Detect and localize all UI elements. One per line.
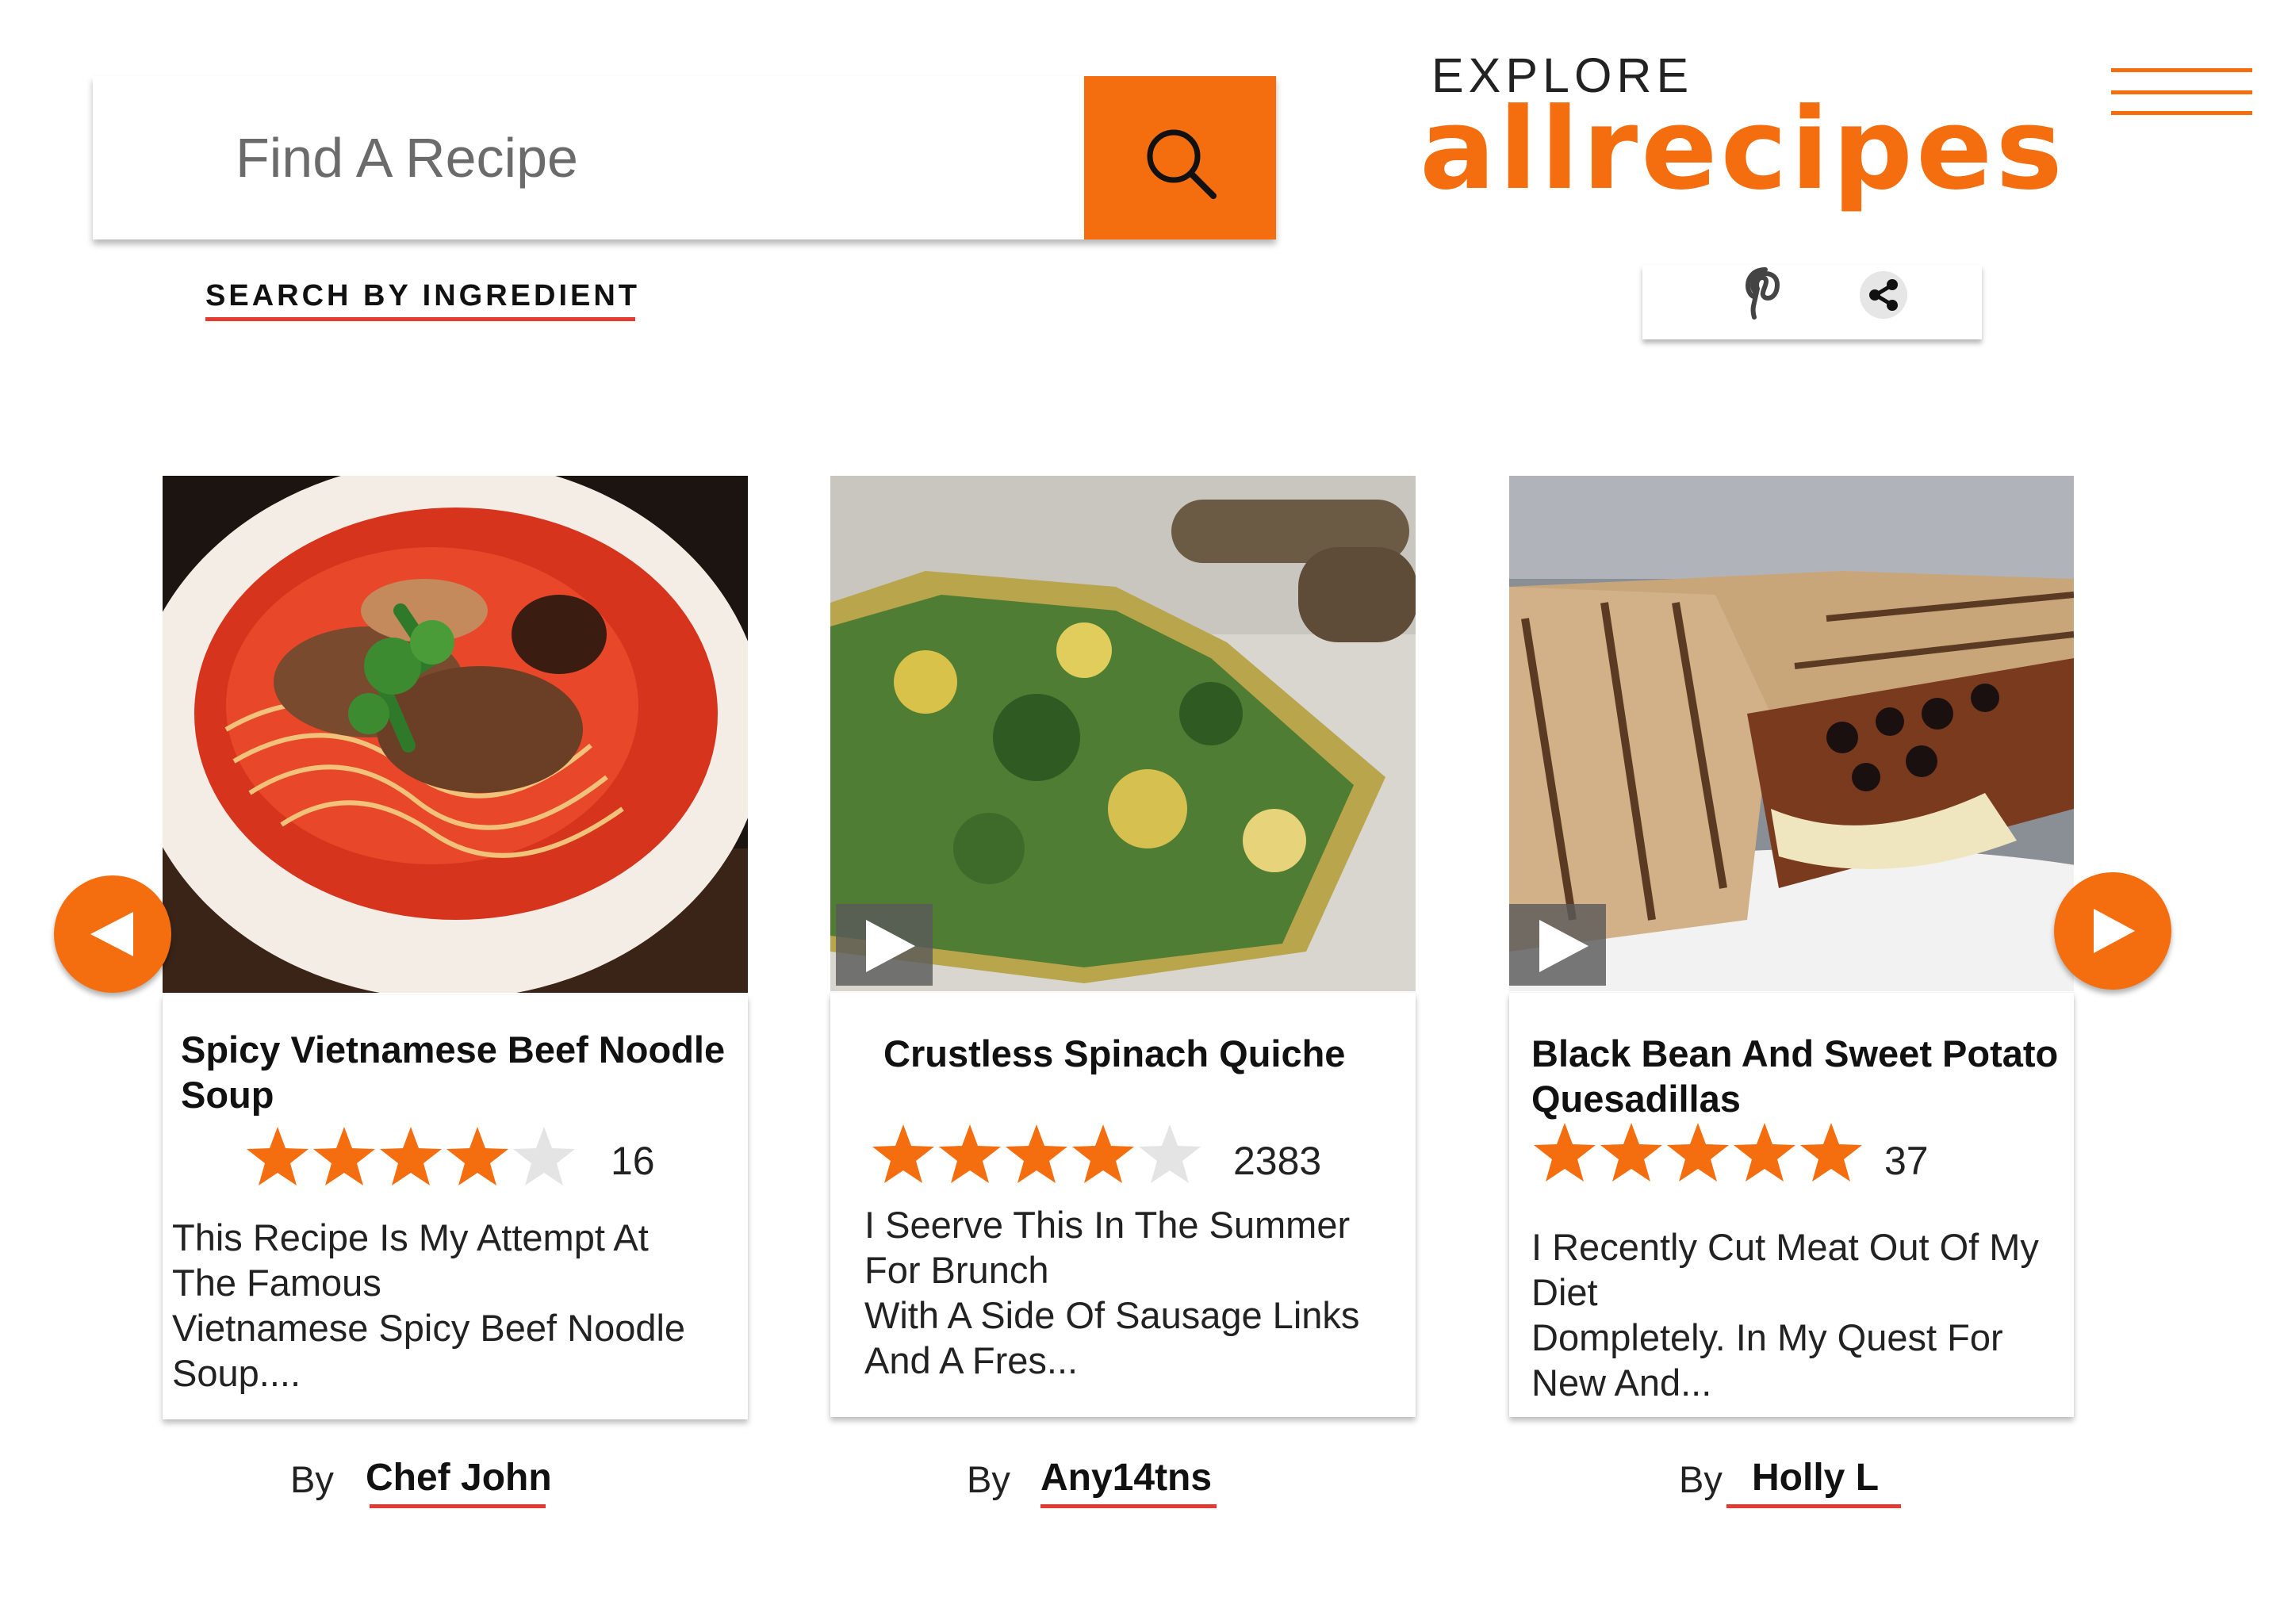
star-filled-icon [1600, 1123, 1662, 1182]
star-rating [244, 1124, 577, 1190]
star-empty-icon [1139, 1124, 1201, 1183]
description-line: The Famous [172, 1262, 381, 1304]
share-bar [1642, 265, 1982, 339]
star-filled-icon [1734, 1123, 1795, 1182]
play-video-button[interactable] [836, 904, 933, 986]
recipe-title[interactable]: Black Bean And Sweet Potato Quesadillas [1531, 1031, 2063, 1121]
recipe-card[interactable]: Black Bean And Sweet Potato Quesadillas … [1509, 476, 2074, 1419]
by-label: By [1679, 1458, 1723, 1500]
description-line: This Recipe Is My Attempt At [172, 1216, 649, 1258]
star-filled-icon [1800, 1123, 1862, 1182]
description-line: I Recently Cut Meat Out Of My [1531, 1226, 2039, 1268]
chevron-left-icon [90, 912, 133, 956]
search-box [93, 76, 1276, 239]
description-line: I Seerve This In The Summer [864, 1204, 1351, 1246]
allrecipes-logo[interactable]: allrecipes [1420, 94, 2066, 206]
recipe-card-body: Crustless Spinach Quiche 2383 I Seerve T… [830, 993, 1416, 1417]
author-link[interactable]: Any14tns [1040, 1456, 1212, 1500]
star-filled-icon [1006, 1124, 1067, 1183]
star-filled-icon [939, 1124, 1001, 1183]
recipe-description: I Seerve This In The Summer For Brunch W… [864, 1202, 1404, 1383]
description-line: Vietnamese Spicy Beef Noodle [172, 1307, 686, 1349]
star-filled-icon [1667, 1123, 1729, 1182]
rating-count: 37 [1884, 1139, 1929, 1183]
description-line: New And... [1531, 1362, 1712, 1404]
play-icon [1539, 920, 1588, 972]
star-filled-icon [247, 1127, 308, 1185]
recipe-image[interactable] [163, 476, 748, 993]
star-rating [870, 1121, 1203, 1188]
pinterest-icon[interactable] [1742, 265, 1789, 320]
chevron-right-icon [2094, 909, 2135, 953]
author-link[interactable]: Chef John [366, 1456, 552, 1500]
hamburger-menu-icon[interactable] [2111, 68, 2252, 116]
carousel-next-button[interactable] [2054, 872, 2171, 990]
star-filled-icon [446, 1127, 508, 1185]
star-empty-icon [513, 1127, 575, 1185]
description-line: Soup.... [172, 1352, 301, 1394]
rating-count: 2383 [1233, 1139, 1322, 1183]
recipe-title[interactable]: Spicy Vietnamese Beef Noodle Soup [181, 1027, 736, 1117]
star-filled-icon [1072, 1124, 1134, 1183]
description-line: Diet [1531, 1271, 1598, 1313]
recipe-card-body: Black Bean And Sweet Potato Quesadillas … [1509, 993, 2074, 1417]
recipe-card-body: Spicy Vietnamese Beef Noodle Soup 16 Thi… [163, 995, 748, 1419]
ingredient-link-underline [205, 317, 635, 321]
star-filled-icon [380, 1127, 442, 1185]
author-link[interactable]: Holly L [1752, 1456, 1879, 1500]
star-filled-icon [1534, 1123, 1596, 1182]
recipe-description: This Recipe Is My Attempt At The Famous … [172, 1215, 735, 1396]
recipe-description: I Recently Cut Meat Out Of My Diet Dompl… [1531, 1224, 2063, 1405]
by-label: By [967, 1458, 1010, 1500]
rating-count: 16 [611, 1139, 655, 1183]
recipe-title[interactable]: Crustless Spinach Quiche [883, 1031, 1399, 1076]
play-video-button[interactable] [1509, 904, 1606, 986]
carousel-prev-button[interactable] [54, 875, 171, 993]
play-icon [866, 920, 915, 972]
search-by-ingredient-link[interactable]: SEARCH BY INGREDIENT [205, 279, 640, 320]
search-icon [1147, 129, 1217, 199]
description-line: And A Fres... [864, 1339, 1079, 1381]
by-label: By [290, 1458, 334, 1500]
recipe-card[interactable]: Spicy Vietnamese Beef Noodle Soup 16 Thi… [163, 476, 748, 1419]
share-icon[interactable] [1858, 270, 1909, 320]
author-underline [1040, 1504, 1217, 1508]
description-line: For Brunch [864, 1249, 1049, 1291]
star-filled-icon [313, 1127, 375, 1185]
author-underline [370, 1504, 546, 1508]
search-input[interactable] [236, 76, 1148, 239]
author-underline [1726, 1504, 1901, 1508]
recipe-card[interactable]: Crustless Spinach Quiche 2383 I Seerve T… [830, 476, 1416, 1419]
description-line: Dompletely. In My Quest For [1531, 1316, 2003, 1358]
search-button[interactable] [1084, 76, 1276, 239]
star-rating [1531, 1120, 1864, 1186]
star-filled-icon [872, 1124, 934, 1183]
description-line: With A Side Of Sausage Links [864, 1294, 1360, 1336]
